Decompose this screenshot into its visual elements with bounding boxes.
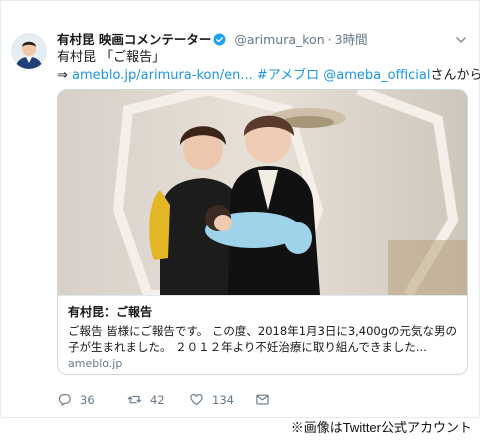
arrow-symbol: ⇒	[57, 68, 68, 83]
card-body[interactable]: 有村昆：ご報告 ご報告 皆様にご報告です。 この度、2018年1月3日に3,40…	[58, 295, 467, 374]
card-domain: ameblo.jp	[68, 357, 123, 370]
reply-count: 36	[80, 393, 95, 407]
hashtag-link[interactable]: #アメブロ	[257, 68, 319, 83]
suffix-text: さんから	[430, 68, 480, 83]
tweet-text-line2: ⇒ ameblo.jp/arimura-kon/en... #アメブロ @ame…	[57, 67, 480, 85]
link-preview-card[interactable]: 有村昆：ご報告 ご報告 皆様にご報告です。 この度、2018年1月3日に3,40…	[57, 89, 468, 375]
chevron-down-icon[interactable]	[455, 34, 467, 46]
user-handle[interactable]: @arimura_kon	[234, 32, 324, 47]
reply-icon	[58, 393, 71, 406]
tweet-card[interactable]: 有村昆 映画コメンテーター @arimura_kon · 3時間 有村昆 「ご報告」…	[0, 0, 480, 418]
retweet-count: 42	[150, 393, 165, 407]
card-title: 有村昆：ご報告	[68, 305, 153, 319]
like-count: 134	[212, 393, 234, 407]
display-name[interactable]: 有村昆 映画コメンテーター	[57, 32, 211, 47]
mention-link[interactable]: @ameba_official	[323, 68, 430, 83]
message-button[interactable]	[255, 391, 270, 409]
envelope-icon	[256, 394, 269, 405]
like-button[interactable]: 134	[189, 391, 234, 409]
retweet-icon	[127, 395, 142, 404]
tweet-header: 有村昆 映画コメンテーター @arimura_kon · 3時間	[57, 31, 469, 49]
separator-dot: ·	[327, 32, 332, 47]
retweet-button[interactable]: 42	[127, 391, 165, 409]
image-credit: ※画像はTwitter公式アカウント	[290, 420, 472, 435]
reply-button[interactable]: 36	[57, 391, 95, 409]
card-description: ご報告 皆様にご報告です。 この度、2018年1月3日に3,400gの元気な男の…	[68, 324, 458, 354]
card-photo	[58, 90, 467, 295]
tweet-link[interactable]: ameblo.jp/arimura-kon/en...	[72, 68, 253, 83]
heart-icon	[190, 393, 203, 406]
tweet-text-line1: 有村昆 「ご報告」	[57, 50, 166, 65]
verified-badge-icon	[213, 33, 226, 46]
avatar[interactable]	[11, 33, 47, 69]
tweet-time[interactable]: 3時間	[335, 32, 368, 47]
